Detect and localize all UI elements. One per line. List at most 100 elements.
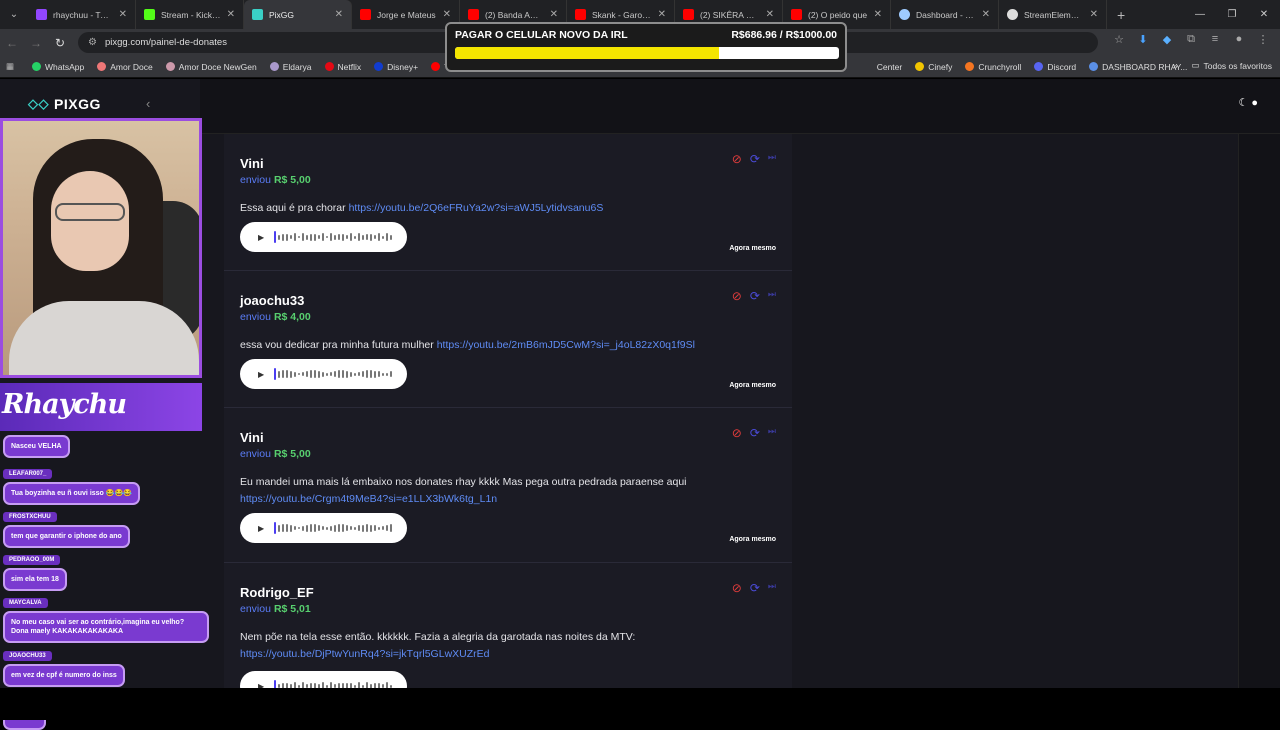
tab-twitch[interactable]: rhaychuu - Twitch✕	[28, 0, 136, 29]
profile-avatar-icon[interactable]: ●	[1232, 33, 1246, 46]
waveform-bar	[338, 370, 341, 378]
download-icon[interactable]: ⬇	[1136, 33, 1150, 46]
donation-link[interactable]: https://youtu.be/Crgm4t9MeB4?si=e1LLX3bW…	[240, 493, 497, 505]
close-icon[interactable]: ✕	[766, 9, 774, 20]
bookmark-netflix[interactable]: Netflix	[324, 62, 361, 72]
donor-name: Vini	[240, 430, 264, 445]
waveform-bar	[366, 370, 369, 378]
close-icon[interactable]: ✕	[335, 9, 343, 20]
close-icon[interactable]: ✕	[1090, 9, 1098, 20]
close-icon[interactable]: ✕	[227, 9, 235, 20]
bookmark-eldarya[interactable]: Eldarya	[269, 62, 312, 72]
more-bookmarks-icon[interactable]: »	[1173, 61, 1178, 71]
donation-link[interactable]: https://youtu.be/DjPtwYunRq4?si=jkTqrl5G…	[240, 648, 490, 660]
tab-pixgg[interactable]: PixGG ✕	[244, 0, 352, 29]
waveform-bar	[274, 368, 277, 380]
waveform-bar	[290, 370, 293, 378]
minimize-icon[interactable]: —	[1184, 0, 1216, 29]
replay-icon[interactable]: ⟳	[750, 426, 760, 440]
site-info-icon[interactable]: ⚙	[88, 37, 97, 48]
waveform[interactable]	[274, 522, 393, 534]
play-icon[interactable]: ▶	[258, 233, 264, 242]
donation-message: Eu mandei uma mais lá embaixo nos donate…	[240, 476, 687, 505]
waveform-bar	[370, 370, 373, 378]
apps-grid-icon[interactable]: ▦	[6, 61, 20, 72]
disney-icon	[374, 62, 384, 71]
donation-link[interactable]: https://youtu.be/2mB6mJD5CwM?si=_j4oL82z…	[437, 339, 695, 351]
new-tab-button[interactable]: +	[1107, 7, 1135, 23]
waveform-bar	[274, 231, 277, 243]
waveform-bar	[306, 524, 309, 532]
waveform-bar	[386, 525, 389, 531]
extensions-icon[interactable]: ⧉	[1184, 33, 1198, 46]
tts-audio-player[interactable]: ▶	[240, 359, 407, 389]
waveform-bar	[362, 371, 365, 377]
donation-message: essa vou dedicar pra minha futura mulher…	[240, 339, 695, 351]
play-icon[interactable]: ▶	[258, 524, 264, 533]
block-icon[interactable]: ⊘	[732, 289, 742, 303]
bookmark-amor-doce-newgen[interactable]: Amor Doce NewGen	[165, 62, 257, 72]
skip-icon[interactable]: ⏭	[768, 152, 776, 166]
bookmark-whatsapp[interactable]: WhatsApp	[32, 62, 84, 72]
page-scrollbar[interactable]	[1238, 134, 1280, 688]
discord-icon	[1034, 62, 1044, 71]
block-icon[interactable]: ⊘	[732, 426, 742, 440]
skip-icon[interactable]: ⏭	[768, 289, 776, 303]
tab-youtube-1[interactable]: Jorge e Mateus ✕	[352, 0, 460, 29]
tts-audio-player[interactable]: ▶	[240, 671, 407, 688]
waveform-bar	[366, 524, 369, 532]
skip-icon[interactable]: ⏭	[768, 581, 776, 595]
waveform[interactable]	[274, 368, 393, 380]
waveform-bar	[382, 235, 385, 239]
card-actions: ⊘ ⟳ ⏭	[732, 581, 776, 595]
bookmark-center[interactable]: Center	[877, 62, 903, 72]
all-bookmarks-folder[interactable]: ▭ Todos os favoritos	[1191, 60, 1272, 71]
block-icon[interactable]: ⊘	[732, 152, 742, 166]
play-icon[interactable]: ▶	[258, 370, 264, 379]
bookmark-disney[interactable]: Disney+	[374, 62, 418, 72]
donation-card: joaochu33 enviou R$ 4,00 essa vou dedicar…	[224, 271, 792, 408]
waveform-bar	[278, 524, 281, 532]
close-icon[interactable]: ✕	[982, 9, 990, 20]
waveform-bar	[350, 371, 353, 377]
close-window-icon[interactable]: ✕	[1248, 0, 1280, 29]
tab-streamelements[interactable]: StreamElements ✕	[999, 0, 1107, 29]
back-icon[interactable]: ←	[0, 36, 24, 50]
tab-search-icon[interactable]: ⌄	[0, 0, 28, 29]
replay-icon[interactable]: ⟳	[750, 289, 760, 303]
extension-gem-icon[interactable]: ◆	[1160, 33, 1174, 46]
media-icon[interactable]: ≡	[1208, 33, 1222, 46]
menu-icon[interactable]: ⋮	[1256, 33, 1270, 46]
forward-icon[interactable]: →	[24, 36, 48, 50]
close-icon[interactable]: ✕	[119, 9, 127, 20]
pixgg-logo[interactable]: ◇◇ PIXGG	[28, 96, 101, 112]
collapse-sidebar-icon[interactable]: ‹	[146, 96, 150, 111]
replay-icon[interactable]: ⟳	[750, 581, 760, 595]
waveform[interactable]	[274, 680, 393, 688]
waveform-bar	[286, 233, 289, 241]
bookmark-cinefy[interactable]: Cinefy	[915, 62, 952, 72]
replay-icon[interactable]: ⟳	[750, 152, 760, 166]
close-icon[interactable]: ✕	[658, 9, 666, 20]
theme-toggle-icon[interactable]: ☾ ●	[1238, 96, 1258, 109]
waveform-bar	[310, 233, 313, 241]
tab-livepix[interactable]: Dashboard - Livepix✕	[891, 0, 999, 29]
restore-icon[interactable]: ❐	[1216, 0, 1248, 29]
close-icon[interactable]: ✕	[550, 9, 558, 20]
tts-audio-player[interactable]: ▶	[240, 513, 407, 543]
bookmark-discord[interactable]: Discord	[1034, 62, 1076, 72]
block-icon[interactable]: ⊘	[732, 581, 742, 595]
tts-audio-player[interactable]: ▶	[240, 222, 407, 252]
bookmark-crunchyroll[interactable]: Crunchyroll	[965, 62, 1021, 72]
bookmark-star-icon[interactable]: ☆	[1112, 33, 1126, 46]
donation-link[interactable]: https://youtu.be/2Q6eFRuYa2w?si=aWJ5Lyti…	[349, 202, 604, 214]
waveform[interactable]	[274, 231, 393, 243]
close-icon[interactable]: ✕	[874, 9, 882, 20]
donation-amount-line: enviou R$ 4,00	[240, 311, 311, 323]
close-icon[interactable]: ✕	[443, 9, 451, 20]
bookmark-amor-doce[interactable]: Amor Doce	[97, 62, 153, 72]
reload-icon[interactable]: ↻	[48, 36, 72, 50]
tab-kick[interactable]: Stream - Kick Dashboard✕	[136, 0, 244, 29]
skip-icon[interactable]: ⏭	[768, 426, 776, 440]
waveform-bar	[298, 527, 301, 529]
